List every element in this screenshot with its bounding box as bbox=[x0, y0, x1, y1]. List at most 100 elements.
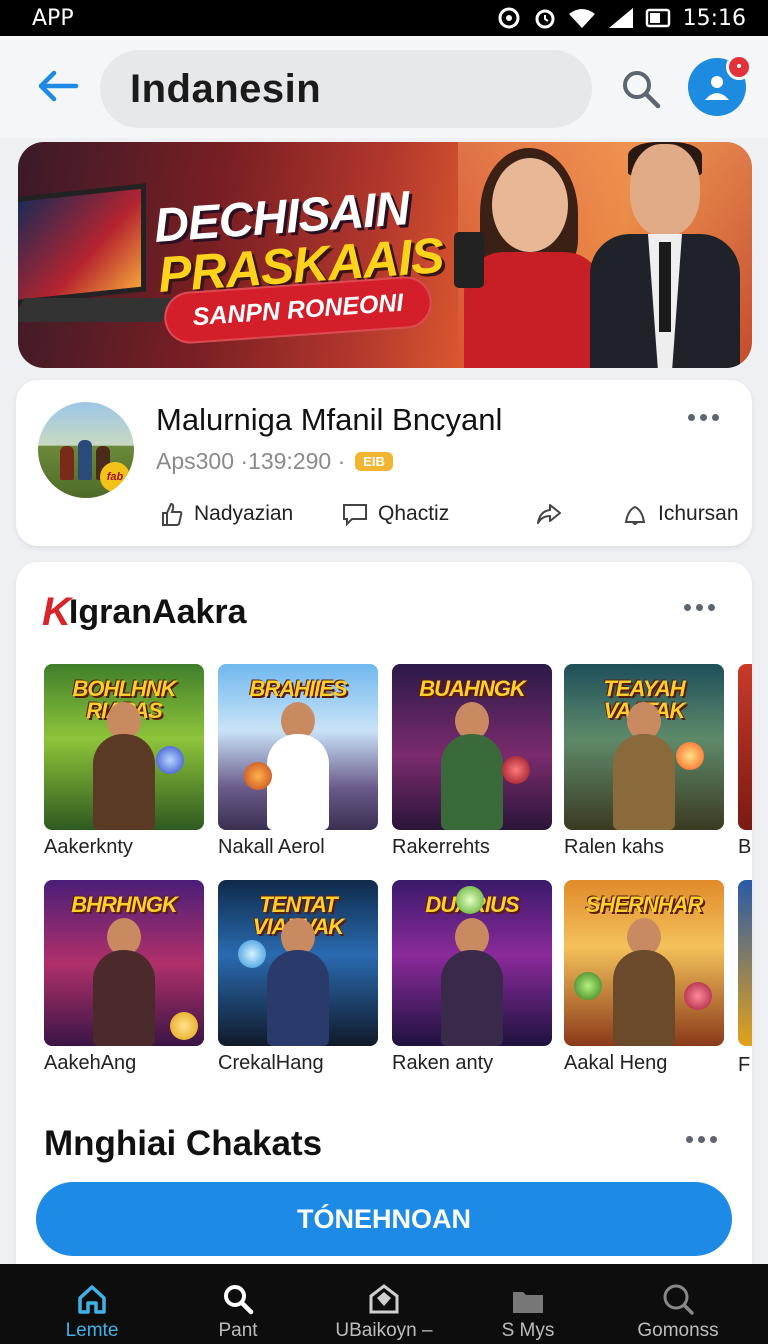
game-thumbnail: BHRHNGK bbox=[44, 880, 204, 1046]
dot-icon bbox=[710, 1136, 717, 1143]
game-tile[interactable]: BOHLHNK RIAPAS Aakerknty bbox=[44, 664, 204, 859]
nav-home-label: Lemte bbox=[65, 1320, 119, 1341]
game-tile-peek[interactable] bbox=[738, 664, 752, 830]
nav-explore-label: Gomonss bbox=[637, 1320, 719, 1341]
game-thumbnail-title: BRAHIIES bbox=[249, 676, 347, 701]
nav-search[interactable]: Pant bbox=[158, 1264, 318, 1344]
follow-button[interactable]: Ichursan bbox=[622, 496, 739, 532]
search-icon bbox=[623, 71, 661, 109]
comment-button[interactable]: Qhactiz bbox=[342, 496, 449, 532]
user-icon bbox=[705, 76, 729, 100]
dot-icon bbox=[700, 414, 707, 421]
back-button[interactable] bbox=[30, 62, 86, 110]
section-title: IgranAakra bbox=[68, 593, 247, 631]
nav-home[interactable]: Lemte bbox=[12, 1264, 172, 1344]
game-label: CrekalHang bbox=[218, 1052, 324, 1074]
nav-explore[interactable]: Gomonss bbox=[598, 1264, 758, 1344]
game-tile[interactable]: BRAHIIES Nakall Aerol bbox=[218, 664, 378, 859]
like-icon bbox=[162, 502, 183, 526]
section-logo-mark: K bbox=[42, 590, 71, 634]
game-tile[interactable]: DUARIUS Raken anty bbox=[392, 880, 552, 1075]
status-app-label: APP bbox=[32, 5, 74, 31]
game-label: AakehAng bbox=[44, 1052, 137, 1074]
nav-folder[interactable]: S Mys bbox=[448, 1264, 608, 1344]
share-icon bbox=[537, 504, 561, 524]
bottom-navigation: Lemte Pant UBaikoyn – S Mys Gomonss bbox=[0, 1264, 768, 1344]
like-label: Nadyazian bbox=[194, 502, 294, 525]
dot-icon bbox=[686, 1136, 693, 1143]
comment-label: Qhactiz bbox=[378, 502, 450, 525]
game-thumbnail: TENTAT VIAHVAK bbox=[218, 880, 378, 1046]
game-thumbnail-title: BHRHNGK bbox=[71, 892, 177, 917]
primary-cta-button[interactable]: TÓNEHNOAN bbox=[36, 1182, 732, 1256]
arrow-left-icon bbox=[38, 70, 79, 102]
game-thumbnail-title: BUAHNGK bbox=[419, 676, 525, 701]
avatar-tag: fab bbox=[100, 462, 130, 492]
game-label: Aakal Heng bbox=[564, 1052, 668, 1074]
post-more-button[interactable] bbox=[688, 414, 719, 421]
game-thumbnail: BRAHIIES bbox=[218, 664, 378, 830]
comment-icon bbox=[343, 504, 367, 526]
search-icon bbox=[224, 1285, 254, 1315]
nav-search-label: Pant bbox=[218, 1320, 258, 1341]
signal-icon bbox=[608, 8, 633, 28]
profile-button[interactable] bbox=[688, 54, 752, 116]
second-section-title: Mnghiai Chakats bbox=[44, 1124, 323, 1163]
game-thumbnail: DUARIUS bbox=[392, 880, 552, 1046]
game-label: Ralen kahs bbox=[564, 836, 665, 858]
dot-icon bbox=[712, 414, 719, 421]
game-tile[interactable]: TEAYAH VAATAK Ralen kahs bbox=[564, 664, 724, 859]
post-card: fab Malurniga Mfanil Bncyanl Aps300 ·139… bbox=[16, 380, 752, 546]
game-thumbnail: SHERNHAR bbox=[564, 880, 724, 1046]
follow-label: Ichursan bbox=[658, 502, 739, 525]
post-avatar[interactable]: fab bbox=[38, 402, 134, 498]
wifi-icon bbox=[568, 9, 595, 28]
game-label: Aakerknty bbox=[44, 836, 133, 858]
post-meta: Aps300 ·139:290 · EIB bbox=[156, 448, 393, 475]
post-badge: EIB bbox=[355, 452, 393, 471]
dot-icon bbox=[688, 414, 695, 421]
laptop-illustration bbox=[18, 183, 175, 340]
second-section-more-button[interactable] bbox=[686, 1136, 717, 1143]
game-tile[interactable]: BHRHNGK AakehAng bbox=[44, 880, 204, 1075]
game-thumbnail: BOHLHNK RIAPAS bbox=[44, 664, 204, 830]
share-button[interactable] bbox=[536, 496, 562, 532]
banner-man-illustration bbox=[590, 142, 740, 368]
games-section: K IgranAakra BOHLHNK RIAPAS Aakerknty BR… bbox=[16, 562, 752, 1282]
app-header: Indanesin bbox=[0, 36, 768, 138]
battery-icon bbox=[645, 8, 670, 28]
game-thumbnail-title: SHERNHAR bbox=[585, 892, 704, 917]
game-tile[interactable]: BUAHNGK Rakerrehts bbox=[392, 664, 552, 859]
hotspot-icon bbox=[498, 7, 520, 29]
game-tile[interactable]: TENTAT VIAHVAK CrekalHang bbox=[218, 880, 378, 1075]
store-icon bbox=[369, 1284, 399, 1314]
game-label-peek: F bbox=[738, 1054, 751, 1076]
post-actions: Nadyazian Qhactiz Ichursan bbox=[156, 496, 739, 532]
game-label-peek: B bbox=[738, 836, 752, 858]
dot-icon bbox=[708, 604, 715, 611]
post-meta-text: Aps300 ·139:290 · bbox=[156, 448, 346, 474]
folder-icon bbox=[513, 1292, 543, 1313]
section-more-button[interactable] bbox=[684, 604, 715, 611]
status-time: 15:16 bbox=[682, 5, 746, 31]
game-tile[interactable]: SHERNHAR Aakal Heng bbox=[564, 880, 724, 1075]
status-bar: APP 15:16 bbox=[0, 0, 768, 36]
search-button[interactable] bbox=[618, 66, 664, 112]
dot-icon bbox=[698, 1136, 705, 1143]
dot-icon bbox=[696, 604, 703, 611]
game-thumbnail: TEAYAH VAATAK bbox=[564, 664, 724, 830]
alarm-icon bbox=[535, 9, 555, 29]
game-thumbnail: BUAHNGK bbox=[392, 664, 552, 830]
dot-icon bbox=[684, 604, 691, 611]
like-button[interactable]: Nadyazian bbox=[160, 496, 293, 532]
nav-folder-label: S Mys bbox=[501, 1320, 555, 1341]
notification-badge bbox=[726, 54, 752, 80]
nav-store[interactable]: UBaikoyn – bbox=[304, 1264, 464, 1344]
game-label: Rakerrehts bbox=[392, 836, 490, 858]
game-tile-peek[interactable] bbox=[738, 880, 752, 1046]
page-title-pill[interactable]: Indanesin bbox=[100, 50, 592, 128]
nav-store-label: UBaikoyn – bbox=[335, 1320, 433, 1341]
search-icon bbox=[663, 1284, 694, 1315]
bell-icon bbox=[624, 505, 646, 525]
promo-banner[interactable]: DECHISAIN PRASKAAIS SANPN RONEONI bbox=[18, 142, 752, 368]
